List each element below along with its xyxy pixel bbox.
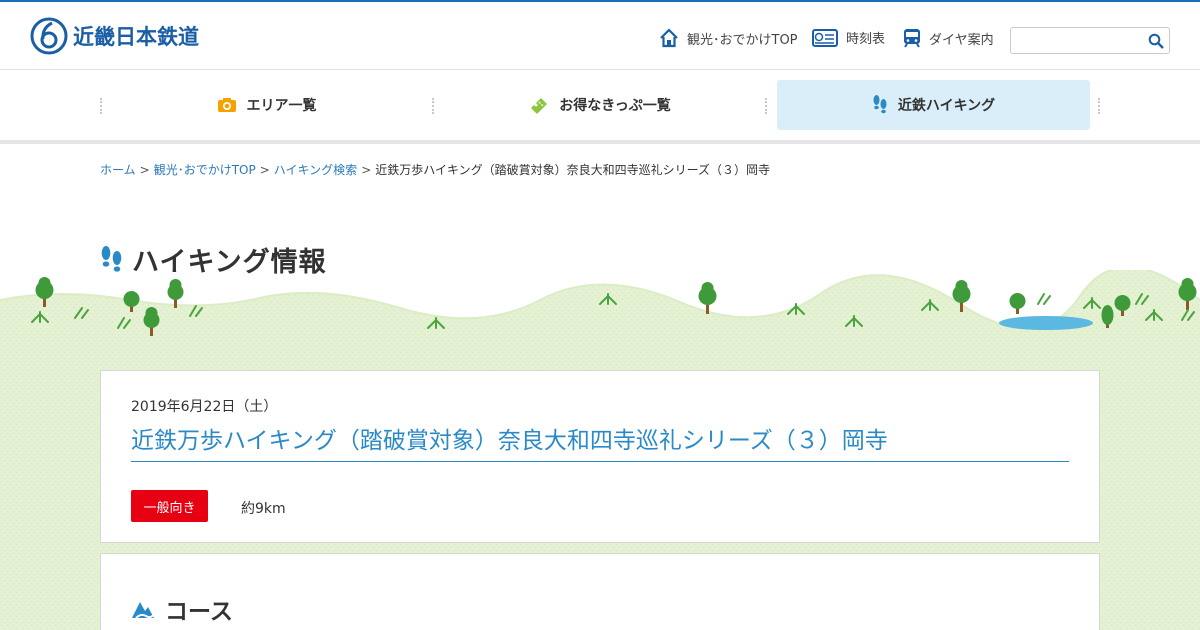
ticket-icon	[531, 98, 548, 114]
train-icon	[904, 29, 920, 48]
breadcrumb-hiking-search[interactable]: ハイキング検索	[274, 163, 357, 177]
footprints-icon	[873, 95, 887, 114]
magnifier-icon[interactable]	[1148, 33, 1164, 49]
event-date: 2019年6月22日（土）	[131, 399, 278, 415]
event-distance: 約9km	[241, 501, 286, 517]
diagram-guide-link[interactable]: ダイヤ案内	[903, 28, 994, 48]
breadcrumb-home[interactable]: ホーム	[100, 163, 136, 177]
nav-divider	[765, 98, 767, 114]
tree-icon	[1009, 293, 1026, 314]
tree-icon	[167, 279, 184, 308]
course-title: コース	[165, 599, 233, 625]
breadcrumb-sightseeing-top[interactable]: 観光･おでかけTOP	[154, 163, 256, 177]
sightseeing-top-label: 観光･おでかけTOP	[687, 32, 798, 48]
mountain-icon	[132, 602, 155, 619]
diagram-guide-label: ダイヤ案内	[929, 32, 994, 48]
course-heading: コース	[131, 592, 233, 626]
nav-bottom-border	[0, 140, 1200, 144]
page-heading: ハイキング情報	[100, 240, 327, 279]
site-search	[1010, 27, 1170, 54]
breadcrumb-current: 近鉄万歩ハイキング（踏破賞対象）奈良大和四寺巡礼シリーズ（３）岡寺	[375, 163, 771, 177]
kintetsu-logo-icon	[30, 17, 68, 55]
kintetsu-logo[interactable]: 近畿日本鉄道	[30, 17, 199, 55]
breadcrumb-separator: >	[139, 163, 150, 177]
level-badge: 一般向き	[131, 490, 208, 522]
nav-hiking-label: 近鉄ハイキング	[897, 98, 996, 114]
timetable-label: 時刻表	[846, 32, 886, 47]
hiking-event-card: 2019年6月22日（土） 近鉄万歩ハイキング（踏破賞対象）奈良大和四寺巡礼シリ…	[100, 370, 1100, 543]
site-header: 近畿日本鉄道 観光･おでかけTOP 時刻表 ダイヤ案内	[0, 2, 1200, 70]
nav-area-list-label: エリア一覧	[246, 98, 317, 114]
nav-area-list[interactable]: エリア一覧	[100, 80, 433, 130]
search-input[interactable]	[1017, 31, 1141, 50]
page-title: ハイキング情報	[132, 247, 327, 278]
timetable-link[interactable]: 時刻表	[812, 28, 885, 47]
logo-text: 近畿日本鉄道	[73, 25, 199, 49]
nav-divider	[1098, 98, 1100, 114]
camera-icon	[217, 98, 236, 112]
footprints-icon	[101, 245, 122, 272]
course-card: コース	[100, 553, 1100, 630]
house-icon	[660, 28, 678, 48]
nav-ticket-list[interactable]: お得なきっぷ一覧	[433, 80, 767, 130]
breadcrumb-separator: >	[361, 163, 372, 177]
breadcrumb: ホーム > 観光･おでかけTOP > ハイキング検索 > 近鉄万歩ハイキング（踏破賞対象）奈…	[100, 161, 770, 178]
breadcrumb-separator: >	[259, 163, 270, 177]
nav-ticket-list-label: お得なきっぷ一覧	[559, 98, 671, 114]
nav-hiking[interactable]: 近鉄ハイキング	[777, 80, 1090, 130]
sightseeing-top-link[interactable]: 観光･おでかけTOP	[659, 28, 798, 48]
timetable-icon	[812, 28, 838, 47]
event-title: 近鉄万歩ハイキング（踏破賞対象）奈良大和四寺巡礼シリーズ（３）岡寺	[131, 421, 1069, 462]
global-nav: エリア一覧 お得なきっぷ一覧 近鉄ハイキング	[100, 70, 1100, 145]
